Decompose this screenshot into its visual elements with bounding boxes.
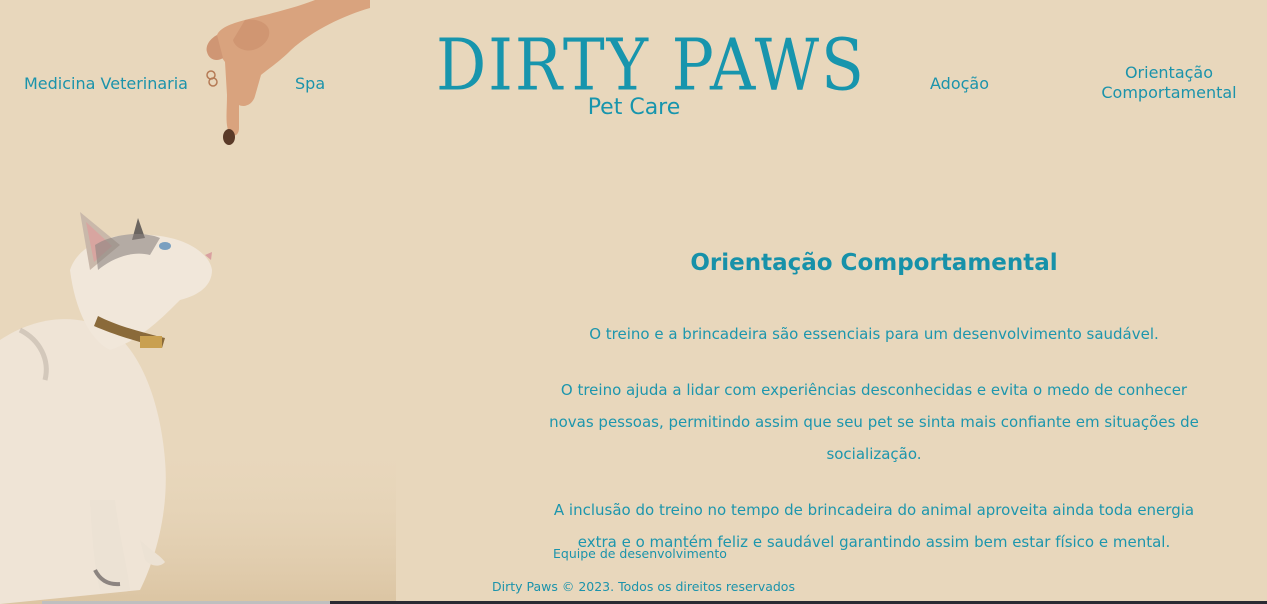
nav-link-medicina-veterinaria[interactable]: Medicina Veterinaria <box>24 74 188 94</box>
copyright-text: Dirty Paws © 2023. Todos os direitos res… <box>492 579 795 594</box>
paragraph-1: O treino e a brincadeira são essenciais … <box>589 325 1159 343</box>
page-heading: Orientação Comportamental <box>690 250 1058 276</box>
logo-subtitle: Pet Care <box>587 95 681 120</box>
logo-title: DIRTY PAWS <box>436 23 866 107</box>
nav-link-orientacao-comportamental[interactable]: Orientação Comportamental <box>1100 63 1238 103</box>
main-content: Orientação Comportamental O treino e a b… <box>540 246 1208 582</box>
hand-with-treat-image <box>195 0 370 154</box>
cat-image <box>0 200 400 604</box>
team-link[interactable]: Equipe de desenvolvimento <box>553 546 727 561</box>
paragraph-2: O treino ajuda a lidar com experiências … <box>549 381 1199 463</box>
nav-link-adocao[interactable]: Adoção <box>930 74 989 94</box>
